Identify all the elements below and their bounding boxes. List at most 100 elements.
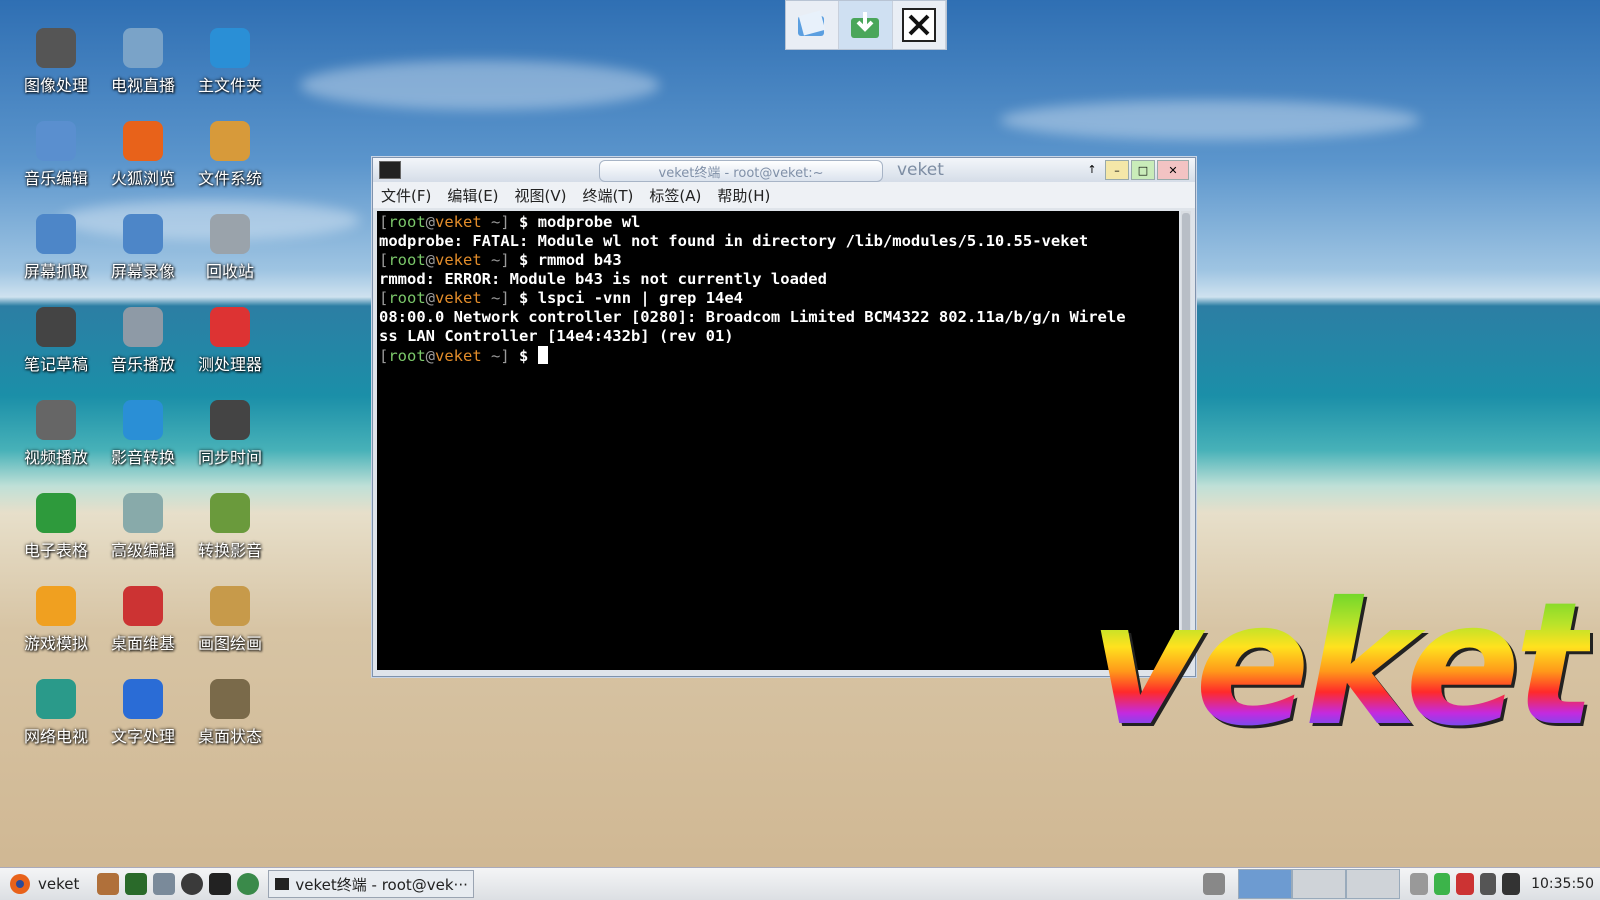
- pin-icon[interactable]: ↑: [1081, 160, 1103, 178]
- calendar-icon: [210, 400, 250, 440]
- desktop-icon[interactable]: 高级编辑: [100, 489, 186, 579]
- desktop-icon[interactable]: 网络电视: [13, 675, 99, 765]
- desktop-icon-label: 屏幕抓取: [23, 262, 88, 281]
- terminal-output[interactable]: [root@veket ~] $ modprobe wl modprobe: FA…: [377, 211, 1179, 670]
- desktop-icon[interactable]: 文字处理: [100, 675, 186, 765]
- desktop-icon-label: 网络电视: [23, 727, 88, 746]
- desktop-icon[interactable]: 游戏模拟: [13, 582, 99, 672]
- prompt-user: root: [388, 347, 426, 365]
- terminal-launch-icon[interactable]: [209, 873, 232, 895]
- menu-file[interactable]: 文件(F): [373, 185, 439, 206]
- firefox-icon: [123, 121, 163, 161]
- minimize-button[interactable]: –: [1105, 160, 1129, 180]
- desktop-icon[interactable]: 主文件夹: [187, 24, 273, 114]
- task-label: veket终端 - root@vek···: [295, 875, 468, 894]
- settings-icon[interactable]: [153, 873, 176, 895]
- folder-icon[interactable]: [786, 1, 840, 49]
- prompt-at: @: [425, 213, 436, 231]
- system-monitor-icon[interactable]: [125, 873, 148, 895]
- workspace-1[interactable]: [1238, 869, 1293, 899]
- desktop-icon-label: 图像处理: [23, 76, 88, 95]
- menu-tabs[interactable]: 标签(A): [641, 185, 709, 206]
- desktop-icon-label: 文字处理: [110, 727, 175, 746]
- text-cursor: [537, 346, 548, 364]
- prompt-dir: ~: [491, 347, 501, 365]
- cpu-test-icon: [210, 307, 250, 347]
- trash-icon: [210, 214, 250, 254]
- close-icon[interactable]: [893, 1, 946, 49]
- download-icon[interactable]: [839, 1, 893, 49]
- desktop-icon-label: 笔记草稿: [23, 355, 88, 374]
- start-menu-button[interactable]: veket: [8, 872, 79, 896]
- game-emulator-icon: [36, 586, 76, 626]
- task-terminal-icon: [275, 878, 290, 890]
- desktop-icon[interactable]: 火狐浏览: [100, 117, 186, 207]
- prompt-bracket: [: [379, 289, 389, 307]
- desktop-icon[interactable]: 音乐播放: [100, 303, 186, 393]
- home-folder-icon: [210, 28, 250, 68]
- clipboard-icon[interactable]: [1480, 873, 1497, 895]
- desktop-icon[interactable]: 电子表格: [13, 489, 99, 579]
- volume-icon[interactable]: [1502, 873, 1521, 895]
- desktop-icon[interactable]: 测处理器: [187, 303, 273, 393]
- desktop-icon[interactable]: 文件系统: [187, 117, 273, 207]
- output-text: ss LAN Controller [14e4:432b] (rev 01): [379, 327, 734, 345]
- desktop-icon[interactable]: 画图绘画: [187, 582, 273, 672]
- desktop-icon[interactable]: 笔记草稿: [13, 303, 99, 393]
- output-text: rmmod: ERROR: Module b43 is not currentl…: [379, 270, 827, 288]
- veket-start-icon: [10, 874, 30, 894]
- prompt-dir: ~: [491, 251, 501, 269]
- monitor-settings-icon[interactable]: [1203, 873, 1226, 895]
- network-signal-icon[interactable]: [1456, 873, 1475, 895]
- prompt-dollar: $: [509, 289, 538, 307]
- desktop-icon[interactable]: 桌面状态: [187, 675, 273, 765]
- desktop-icon-label: 视频播放: [23, 448, 88, 467]
- desktop-icon[interactable]: 屏幕抓取: [13, 210, 99, 300]
- menu-view[interactable]: 视图(V): [507, 185, 575, 206]
- prompt-bracket: ]: [500, 289, 510, 307]
- audio-edit-icon: [36, 121, 76, 161]
- task-button-terminal[interactable]: veket终端 - root@vek···: [268, 870, 475, 898]
- output-text: modprobe: FATAL: Module wl not found in …: [379, 232, 1089, 250]
- window-tab[interactable]: veket终端 - root@veket:~: [599, 160, 883, 182]
- prompt-dollar: $: [509, 347, 538, 365]
- desktop-icon[interactable]: 视频播放: [13, 396, 99, 486]
- workspace-3[interactable]: [1346, 869, 1401, 899]
- desktop-icon[interactable]: 同步时间: [187, 396, 273, 486]
- desktop-icon-label: 测处理器: [197, 355, 262, 374]
- terminal-line: [root@veket ~] $ lspci -vnn | grep 14e4: [379, 289, 1179, 308]
- window-name: veket: [897, 160, 944, 180]
- hammer-icon[interactable]: [97, 873, 120, 895]
- window-titlebar[interactable]: veket终端 - root@veket:~ veket ↑ – □ ✕: [373, 158, 1195, 182]
- desktop-icon[interactable]: 屏幕录像: [100, 210, 186, 300]
- globe-icon[interactable]: [237, 873, 260, 895]
- desktop-icon[interactable]: 图像处理: [13, 24, 99, 114]
- prompt-dollar: $: [509, 213, 538, 231]
- command-text: rmmod b43: [537, 251, 622, 269]
- storage-icon[interactable]: [1434, 873, 1451, 895]
- desktop-icon-label: 游戏模拟: [23, 634, 88, 653]
- maximize-button[interactable]: □: [1131, 160, 1155, 180]
- desktop-icon-label: 画图绘画: [197, 634, 262, 653]
- keyboard-icon[interactable]: [1410, 873, 1429, 895]
- video-player-icon: [36, 400, 76, 440]
- workspace-2[interactable]: [1292, 869, 1347, 899]
- desktop-icon[interactable]: 回收站: [187, 210, 273, 300]
- veket-logo: veket: [1090, 566, 1596, 764]
- media-play-icon[interactable]: [181, 873, 204, 895]
- menu-edit[interactable]: 编辑(E): [439, 185, 506, 206]
- desktop-icon[interactable]: 音乐编辑: [13, 117, 99, 207]
- desktop-icon-label: 文件系统: [197, 169, 262, 188]
- menu-help[interactable]: 帮助(H): [709, 185, 778, 206]
- desktop-icon[interactable]: 影音转换: [100, 396, 186, 486]
- close-button[interactable]: ✕: [1157, 160, 1189, 180]
- desktop-icon-label: 电子表格: [23, 541, 88, 560]
- desktop-icon[interactable]: 桌面维基: [100, 582, 186, 672]
- desktop-icon[interactable]: 电视直播: [100, 24, 186, 114]
- menu-terminal[interactable]: 终端(T): [575, 185, 642, 206]
- clock[interactable]: 10:35:50: [1531, 876, 1594, 892]
- desktop-icon[interactable]: 转换影音: [187, 489, 273, 579]
- top-launcher: [785, 0, 947, 50]
